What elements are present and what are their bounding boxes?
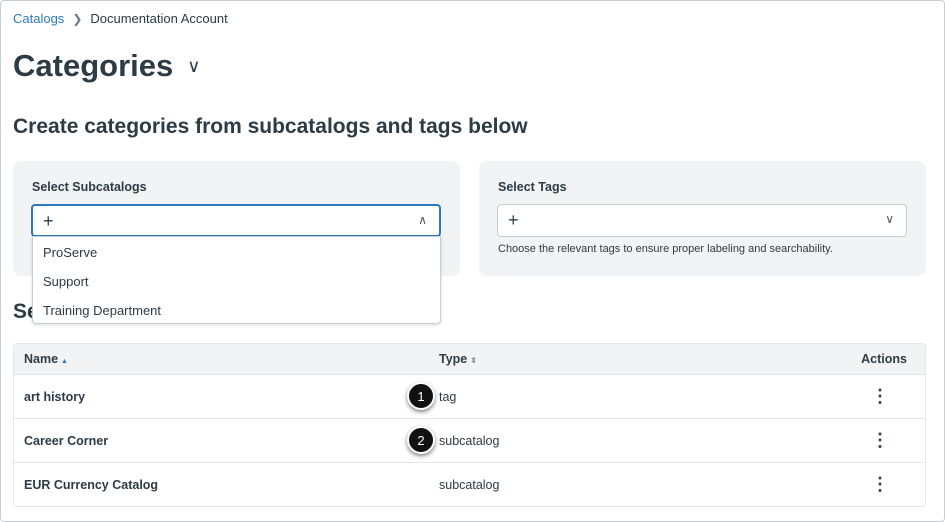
dropdown-option[interactable]: ProServe xyxy=(33,239,440,268)
row-type: subcatalog xyxy=(439,433,500,448)
actions-column-header: Actions xyxy=(861,352,907,366)
table-row: Career Corner 2 subcatalog ⋮ xyxy=(14,418,925,462)
more-options-icon[interactable]: ⋮ xyxy=(871,474,889,495)
table-row: art history 1 tag ⋮ xyxy=(14,374,925,418)
page-title[interactable]: Categories ∨ xyxy=(13,48,200,84)
table-row: EUR Currency Catalog subcatalog ⋮ xyxy=(14,462,925,506)
chevron-down-icon[interactable]: ∨ xyxy=(187,56,200,77)
breadcrumb-current: Documentation Account xyxy=(90,11,228,26)
row-name: Career Corner xyxy=(24,433,109,448)
tags-hint: Choose the relevant tags to ensure prope… xyxy=(498,243,833,255)
sort-icon: ⬍ xyxy=(470,356,477,365)
dropdown-option[interactable]: Support xyxy=(33,268,440,297)
plus-icon: + xyxy=(43,211,54,231)
more-options-icon[interactable]: ⋮ xyxy=(871,430,889,451)
breadcrumb: Catalogs ❯ Documentation Account xyxy=(13,11,228,26)
dropdown-option[interactable]: Training Department xyxy=(33,297,440,326)
subcatalogs-dropdown: ProServe Support Training Department xyxy=(32,236,441,324)
name-column-header[interactable]: Name ▲ xyxy=(24,352,68,366)
row-name: EUR Currency Catalog xyxy=(24,477,159,492)
tags-panel: Select Tags + ∨ Choose the relevant tags … xyxy=(479,161,926,276)
tags-select[interactable]: + ∨ xyxy=(497,204,907,237)
page-title-text: Categories xyxy=(13,48,174,83)
subcatalogs-select[interactable]: + ∧ xyxy=(31,204,441,237)
more-options-icon[interactable]: ⋮ xyxy=(871,386,889,407)
type-column-header[interactable]: Type ⬍ xyxy=(439,352,477,366)
chevron-down-icon[interactable]: ∨ xyxy=(885,212,894,226)
table-header: Name ▲ Type ⬍ Actions xyxy=(14,344,925,374)
sort-asc-icon: ▲ xyxy=(61,358,68,365)
plus-icon: + xyxy=(508,210,519,230)
chevron-up-icon[interactable]: ∧ xyxy=(418,213,427,227)
row-type: subcatalog xyxy=(439,477,500,492)
tags-label: Select Tags xyxy=(498,180,567,194)
categories-table: Name ▲ Type ⬍ Actions art history 1 tag ⋮ … xyxy=(13,343,926,507)
subcatalogs-label: Select Subcatalogs xyxy=(32,180,147,194)
callout-badge: 1 xyxy=(407,382,435,410)
row-type: tag xyxy=(439,389,457,404)
section-title: Create categories from subcatalogs and t… xyxy=(13,115,528,138)
chevron-right-icon: ❯ xyxy=(72,11,83,26)
row-name: art history xyxy=(24,389,86,404)
breadcrumb-catalogs-link[interactable]: Catalogs xyxy=(13,11,64,26)
callout-badge: 2 xyxy=(407,426,435,454)
